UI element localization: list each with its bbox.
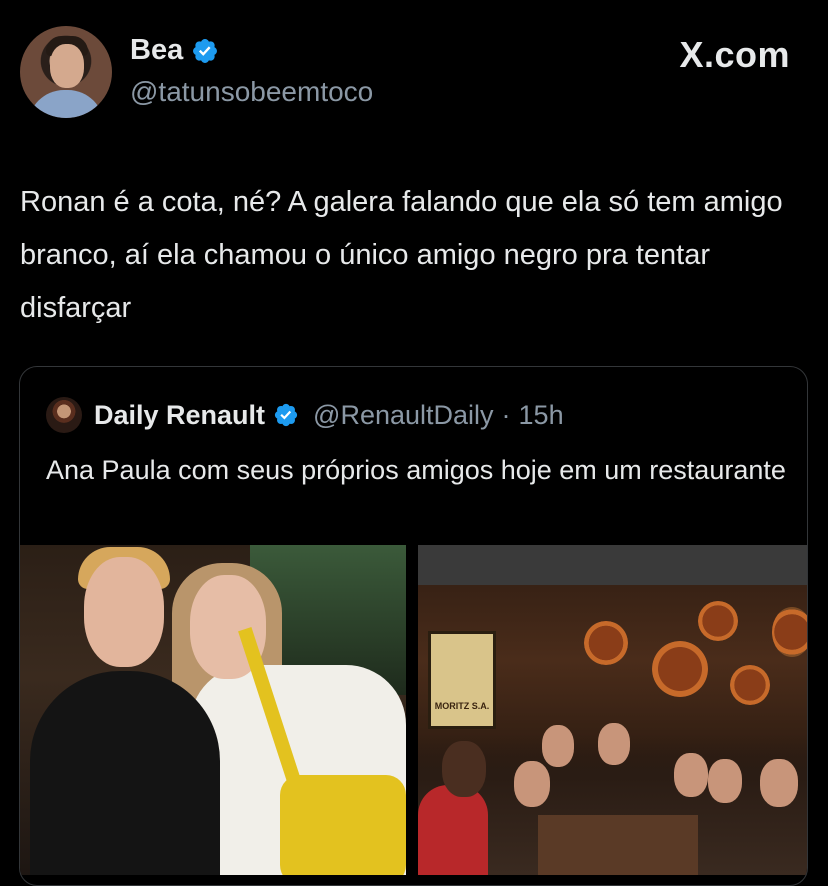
photo-table [538,815,698,875]
x-com-logo: X.com [679,34,790,75]
time-separator: · [501,399,511,430]
quoted-author-name[interactable]: Daily Renault [94,400,265,431]
photo-yellow-bag [280,775,406,875]
photo-person-face [442,741,486,797]
author-handle[interactable]: @tatunsobeemtoco [130,76,373,108]
photo-wall-lamp [772,607,807,657]
avatar-shirt [28,90,104,118]
photo-poster-label: MORITZ S.A. [434,701,490,711]
photo-person-face [760,759,798,807]
quoted-header: Daily Renault @RenaultDaily · 15h [46,397,564,433]
avatar-face [50,44,84,88]
quoted-timestamp[interactable]: 15h [519,400,564,431]
photo-wall-lamp [584,621,628,665]
verified-badge-icon [274,403,298,427]
author-avatar[interactable] [20,26,112,118]
quoted-photo-right[interactable]: MORITZ S.A. [418,545,807,875]
photo-wall-poster [428,631,496,729]
photo-wall-lamp [652,641,708,697]
quoted-author-handle[interactable]: @RenaultDaily [313,400,493,431]
photo-person-face [598,723,630,765]
verified-badge-icon [193,38,218,63]
post-header: Bea @tatunsobeemtoco X.com [0,0,828,140]
quoted-post-card[interactable]: Daily Renault @RenaultDaily · 15h Ana Pa… [19,366,808,886]
quoted-photo-left[interactable] [20,545,406,875]
author-display-name[interactable]: Bea [130,34,183,67]
photo-person-face [542,725,574,767]
photo-man-face [84,557,164,667]
photo-wall-lamp [698,601,738,641]
quoted-author-avatar[interactable] [46,397,82,433]
photo-man-shirt [30,671,220,875]
quoted-post-text: Ana Paula com seus próprios amigos hoje … [46,455,786,485]
photo-person-face [514,761,550,807]
photo-person-face [708,759,742,803]
photo-ceiling [418,545,807,585]
photo-person-face [674,753,708,797]
photo-red-scarf [418,785,488,875]
author-name-row: Bea [130,34,219,67]
photo-wall-lamp [730,665,770,705]
post-text: Ronan é a cota, né? A galera falando que… [20,186,783,324]
